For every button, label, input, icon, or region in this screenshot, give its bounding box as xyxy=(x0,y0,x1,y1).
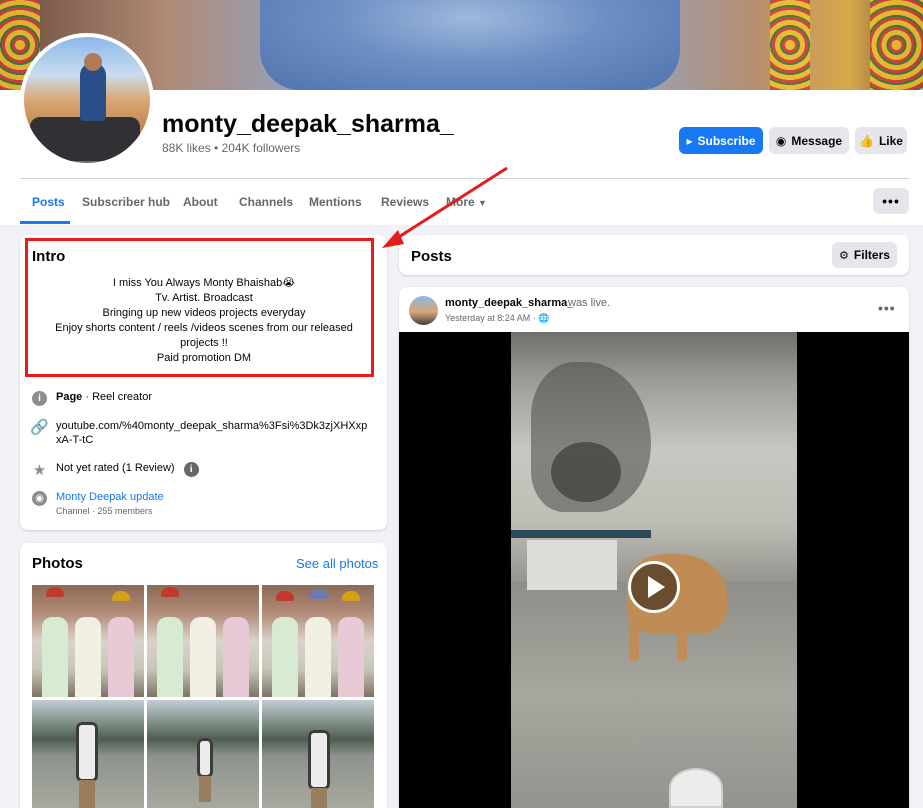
photo-turban xyxy=(46,587,64,597)
like-label: Like xyxy=(878,133,903,148)
photo-turban xyxy=(161,587,179,597)
rating-info-icon[interactable]: i xyxy=(183,462,199,477)
avatar-person xyxy=(80,63,106,121)
website-link[interactable]: youtube.com/%40monty_deepak_sharma%3Fsi%… xyxy=(56,419,372,447)
video-dog-leg xyxy=(629,617,639,661)
photo-figure xyxy=(157,617,183,697)
tab-subscriber-hub[interactable]: Subscriber hub xyxy=(82,195,170,209)
photo-figure xyxy=(308,730,330,790)
photo-figure xyxy=(305,617,331,697)
video-scene-element xyxy=(527,540,617,590)
category-row: i Page · Reel creator xyxy=(32,391,152,406)
photo-figure xyxy=(338,617,364,697)
see-all-photos-link[interactable]: See all photos xyxy=(296,556,378,571)
post-author-name[interactable]: monty_deepak_sharma_ xyxy=(445,297,573,309)
post-video[interactable] xyxy=(399,332,909,808)
video-dog-leg xyxy=(677,617,687,661)
photo-turban xyxy=(342,591,360,601)
photo-figure xyxy=(197,738,213,778)
video-bowl xyxy=(669,768,723,808)
page-stats[interactable]: 88K likes • 204K followers xyxy=(162,141,300,155)
link-icon: 🔗 xyxy=(30,418,49,436)
header-divider xyxy=(20,178,909,179)
photo-thumbnail[interactable] xyxy=(147,585,259,697)
channel-text: Monty Deepak update Channel · 255 member… xyxy=(56,491,164,516)
play-button[interactable] xyxy=(628,561,680,613)
photo-thumbnail[interactable] xyxy=(147,700,259,808)
play-icon xyxy=(648,576,665,598)
photo-thumbnail[interactable] xyxy=(262,700,374,808)
photo-figure xyxy=(76,722,98,782)
like-button[interactable]: 👍 Like xyxy=(855,127,907,154)
photo-figure xyxy=(272,617,298,697)
photo-thumbnail[interactable] xyxy=(262,585,374,697)
subscribe-icon: ▸ xyxy=(686,133,693,148)
broadcast-icon: ◉ xyxy=(32,491,47,506)
message-button[interactable]: ◉ Message xyxy=(769,127,849,154)
tab-more-label: More xyxy=(446,195,475,209)
channel-row[interactable]: ◉ Monty Deepak update Channel · 255 memb… xyxy=(32,491,164,516)
thumbs-up-icon: 👍 xyxy=(859,133,874,148)
category-value: · Reel creator xyxy=(82,391,152,403)
tab-about[interactable]: About xyxy=(183,195,218,209)
rating-text: Not yet rated (1 Review) xyxy=(56,462,175,474)
filters-label: Filters xyxy=(853,248,890,262)
filters-button[interactable]: ⚙ Filters xyxy=(832,242,897,268)
photo-thumbnail[interactable] xyxy=(32,585,144,697)
subscribe-label: Subscribe xyxy=(697,133,756,148)
photo-figure xyxy=(311,788,327,808)
video-scene-element xyxy=(551,442,621,502)
more-options-button[interactable]: ••• xyxy=(873,188,909,214)
post-action-text: was live. xyxy=(568,297,611,309)
channel-meta: Channel · 255 members xyxy=(56,506,153,516)
messenger-icon: ◉ xyxy=(775,133,787,148)
photo-thumbnail[interactable] xyxy=(32,700,144,808)
cover-figure xyxy=(260,0,680,90)
sliders-icon: ⚙ xyxy=(839,249,849,262)
caret-down-icon: ▼ xyxy=(478,198,487,208)
subscribe-button[interactable]: ▸ Subscribe xyxy=(679,127,763,154)
photo-turban xyxy=(310,589,328,599)
annotation-highlight-box xyxy=(25,238,374,377)
photo-figure xyxy=(75,617,101,697)
tab-reviews[interactable]: Reviews xyxy=(381,195,429,209)
cover-garland-edge xyxy=(870,0,923,90)
photo-figure xyxy=(108,617,134,697)
post-options-button[interactable]: ••• xyxy=(878,300,896,316)
star-icon: ★ xyxy=(32,461,47,479)
video-scene-element xyxy=(511,530,651,538)
photos-title: Photos xyxy=(32,555,83,572)
post-author-avatar[interactable] xyxy=(409,296,438,325)
photo-turban xyxy=(276,591,294,601)
channel-name[interactable]: Monty Deepak update xyxy=(56,491,164,503)
avatar-car xyxy=(30,117,140,161)
category-text: Page · Reel creator xyxy=(56,391,152,403)
post-timestamp[interactable]: Yesterday at 8:24 AM · 🌐 xyxy=(445,313,549,324)
tab-more[interactable]: More ▼ xyxy=(446,195,487,209)
website-row[interactable]: 🔗 youtube.com/%40monty_deepak_sharma%3Fs… xyxy=(30,418,372,447)
profile-avatar[interactable] xyxy=(20,33,154,167)
photo-figure xyxy=(199,776,211,802)
tab-mentions[interactable]: Mentions xyxy=(309,195,362,209)
photo-figure xyxy=(79,780,95,808)
tab-channels[interactable]: Channels xyxy=(239,195,293,209)
avatar-head xyxy=(84,53,102,71)
cover-garland-right xyxy=(770,0,810,90)
rating-row: ★ Not yet rated (1 Review) i xyxy=(32,461,199,479)
photo-figure xyxy=(223,617,249,697)
tab-posts[interactable]: Posts xyxy=(32,195,65,209)
info-icon: i xyxy=(32,391,47,406)
category-label: Page xyxy=(56,391,83,403)
photo-figure xyxy=(190,617,216,697)
posts-title: Posts xyxy=(411,248,452,265)
page-title: monty_deepak_sharma_ xyxy=(162,110,454,138)
message-label: Message xyxy=(791,133,843,148)
photo-turban xyxy=(112,591,130,601)
active-tab-indicator xyxy=(20,221,70,224)
photo-figure xyxy=(42,617,68,697)
